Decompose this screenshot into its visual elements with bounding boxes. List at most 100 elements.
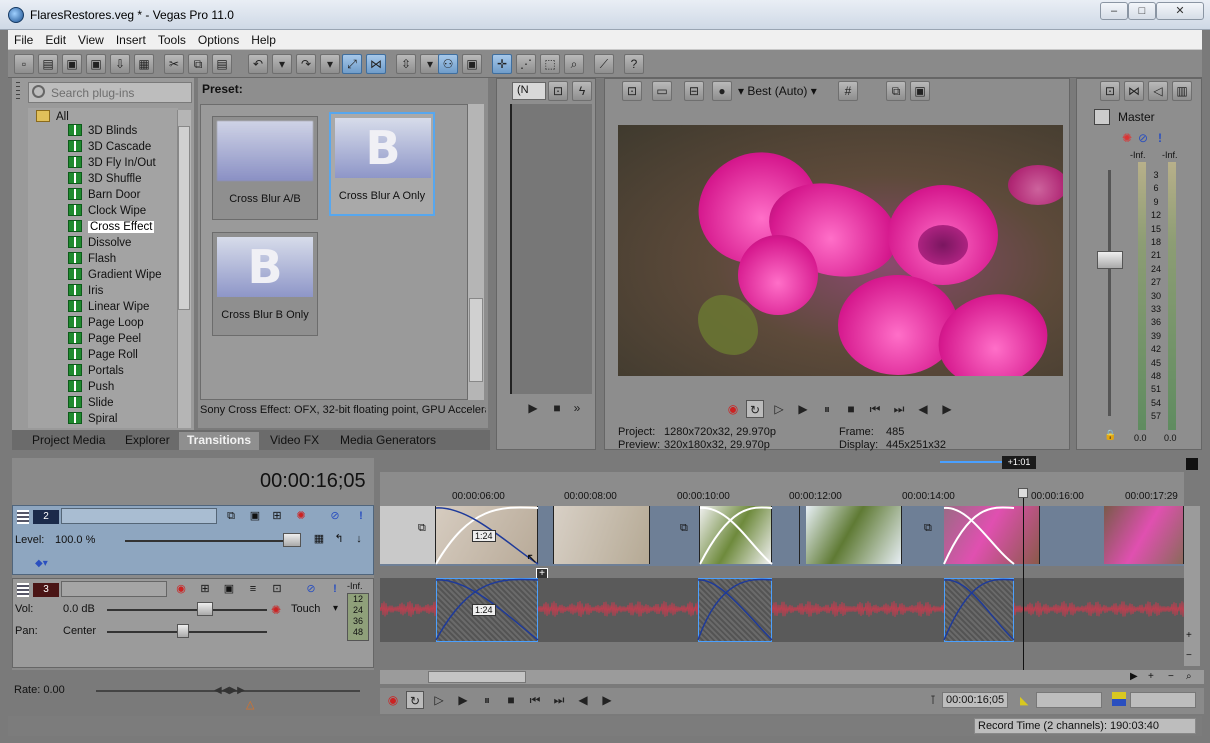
fx-gear-icon[interactable]: ✺ bbox=[1122, 131, 1132, 145]
next-frame-icon[interactable]: ▶ bbox=[938, 400, 956, 418]
tree-item[interactable]: Dissolve bbox=[68, 236, 131, 252]
maximize-button[interactable]: □ bbox=[1128, 2, 1156, 20]
zoom-out-time-icon[interactable]: − bbox=[1168, 671, 1174, 682]
zoom-in-time-icon[interactable]: + bbox=[1148, 671, 1154, 682]
track-grip-icon[interactable] bbox=[17, 510, 29, 524]
trimmer-stop-icon[interactable]: ■ bbox=[548, 399, 566, 417]
vol-slider-thumb[interactable] bbox=[197, 602, 213, 616]
loop-playback-icon[interactable]: ↻ bbox=[406, 691, 424, 709]
tab-video-fx[interactable]: Video FX bbox=[262, 432, 327, 450]
search-plugins-input[interactable]: Search plug-ins bbox=[28, 82, 192, 103]
solo-track-icon[interactable]: ! bbox=[327, 582, 343, 598]
pan-slider-thumb[interactable] bbox=[177, 624, 189, 638]
markers-toggle-icon[interactable] bbox=[1186, 458, 1198, 470]
zoom-tool-icon[interactable]: ⌕ bbox=[1186, 671, 1192, 682]
previous-frame-icon[interactable]: ◀ bbox=[914, 400, 932, 418]
tree-item[interactable]: 3D Blinds bbox=[68, 124, 137, 140]
preview-properties-icon[interactable]: ⊡ bbox=[622, 81, 642, 101]
menu-file[interactable]: File bbox=[8, 30, 39, 47]
record-icon[interactable]: ◉ bbox=[724, 400, 742, 418]
expand-keyframes-icon[interactable]: ◆▾ bbox=[35, 558, 48, 569]
track-name-field[interactable] bbox=[61, 508, 217, 524]
record-icon[interactable]: ◉ bbox=[384, 691, 402, 709]
mute-track-icon[interactable]: ⊘ bbox=[303, 582, 319, 598]
rate-slider-thumb[interactable]: ◀◀▶▶ bbox=[214, 685, 245, 696]
open-icon[interactable]: ▤ bbox=[38, 54, 58, 74]
minimize-button[interactable]: – bbox=[1100, 2, 1128, 20]
tree-item[interactable]: Clock Wipe bbox=[68, 204, 146, 220]
play-icon[interactable]: ▶ bbox=[794, 400, 812, 418]
track-motion-icon[interactable]: ⧉ bbox=[223, 509, 239, 525]
menu-tools[interactable]: Tools bbox=[152, 30, 192, 47]
tree-item[interactable]: Portals bbox=[68, 364, 124, 380]
tree-item[interactable]: Linear Wipe bbox=[68, 300, 149, 316]
menu-edit[interactable]: Edit bbox=[39, 30, 72, 47]
tree-item[interactable]: Page Roll bbox=[68, 348, 138, 364]
playhead-handle[interactable] bbox=[1018, 488, 1028, 498]
tree-item[interactable]: 3D Cascade bbox=[68, 140, 151, 156]
selection-start-field[interactable] bbox=[1036, 692, 1102, 708]
mixer-view-icon[interactable]: ▥ bbox=[1172, 81, 1192, 101]
playhead-cursor[interactable] bbox=[1023, 488, 1024, 670]
preset-cross-blur-a-only[interactable]: B Cross Blur A Only bbox=[329, 112, 435, 216]
panel-grip[interactable] bbox=[16, 82, 20, 102]
track-grip-icon[interactable] bbox=[17, 583, 29, 597]
compositor-icon[interactable]: ▦ bbox=[311, 532, 327, 548]
undo-dropdown-icon[interactable]: ▾ bbox=[272, 54, 292, 74]
zoom-in-vertical-icon[interactable]: + bbox=[1186, 630, 1192, 641]
solo-track-icon[interactable]: ! bbox=[353, 509, 369, 525]
tab-transitions[interactable]: Transitions bbox=[179, 432, 260, 450]
automation-mode-dropdown-icon[interactable]: ▾ bbox=[333, 603, 338, 614]
tab-media-generators[interactable]: Media Generators bbox=[332, 432, 444, 450]
zoom-out-vertical-icon[interactable]: − bbox=[1186, 650, 1192, 661]
play-from-start-icon[interactable]: ▷ bbox=[430, 691, 448, 709]
tree-item[interactable]: 3D Shuffle bbox=[68, 172, 142, 188]
trimmer-tool-icon[interactable]: ⊡ bbox=[548, 81, 568, 101]
tree-item[interactable]: 3D Fly In/Out bbox=[68, 156, 156, 172]
cursor-position-field[interactable]: 00:00:16;05 bbox=[942, 692, 1008, 708]
track-fx-icon[interactable]: ▣ bbox=[221, 582, 237, 598]
envelope-tool-icon[interactable]: ⋰ bbox=[516, 54, 536, 74]
automation-mode-icon[interactable]: ✺ bbox=[271, 603, 281, 617]
external-monitor-icon[interactable]: ▭ bbox=[652, 81, 672, 101]
event-pan-crop-icon[interactable]: ⧉ bbox=[680, 522, 688, 535]
bypass-icon[interactable]: ⊘ bbox=[1138, 131, 1148, 145]
enable-snapping-icon[interactable]: ⤢ bbox=[342, 54, 362, 74]
copy-icon[interactable]: ⧉ bbox=[188, 54, 208, 74]
ripple-dropdown-icon[interactable]: ▾ bbox=[420, 54, 440, 74]
preview-quality-dropdown[interactable]: ▾ Best (Auto) ▾ bbox=[738, 84, 817, 98]
save-snapshot-icon[interactable]: ▣ bbox=[910, 81, 930, 101]
make-child-icon[interactable]: ↰ bbox=[331, 532, 347, 548]
scroll-right-icon[interactable]: ▶ bbox=[1130, 671, 1138, 682]
properties-icon[interactable]: ▦ bbox=[134, 54, 154, 74]
new-icon[interactable]: ▫ bbox=[14, 54, 34, 74]
go-to-start-icon[interactable]: ⏮ bbox=[866, 400, 884, 418]
loop-playback-icon[interactable]: ↻ bbox=[746, 400, 764, 418]
menu-view[interactable]: View bbox=[72, 30, 110, 47]
track-name-field[interactable] bbox=[61, 581, 167, 597]
menu-help[interactable]: Help bbox=[245, 30, 282, 47]
menu-insert[interactable]: Insert bbox=[110, 30, 152, 47]
tree-item[interactable]: Spiral bbox=[68, 412, 117, 428]
tree-root-all[interactable]: All bbox=[36, 110, 69, 126]
next-frame-icon[interactable]: ▶ bbox=[598, 691, 616, 709]
trimmer-play-icon[interactable]: ▶ bbox=[524, 399, 542, 417]
invert-phase-icon[interactable]: ⊞ bbox=[197, 582, 213, 598]
redo-icon[interactable]: ↷ bbox=[296, 54, 316, 74]
tree-item[interactable]: Push bbox=[68, 380, 114, 396]
timeline-scroll-thumb[interactable] bbox=[428, 671, 526, 683]
previous-frame-icon[interactable]: ◀ bbox=[574, 691, 592, 709]
trimmer-more-icon[interactable]: » bbox=[568, 399, 586, 417]
overlays-grid-icon[interactable]: # bbox=[838, 81, 858, 101]
split-screen-icon[interactable]: ⊟ bbox=[684, 81, 704, 101]
go-to-start-icon[interactable]: ⏮ bbox=[526, 691, 544, 709]
tree-item[interactable]: Gradient Wipe bbox=[68, 268, 162, 284]
trimmer-flash-icon[interactable]: ϟ bbox=[572, 81, 592, 101]
tree-item[interactable]: Cross Effect bbox=[68, 220, 155, 236]
make-parent-icon[interactable]: ↓ bbox=[351, 532, 367, 548]
downmix-icon[interactable]: ⋈ bbox=[1124, 81, 1144, 101]
save-icon[interactable]: ▣ bbox=[62, 54, 82, 74]
pause-icon[interactable]: ⏸ bbox=[478, 691, 496, 709]
trimmer-dropdown[interactable]: (N bbox=[512, 82, 546, 100]
tab-project-media[interactable]: Project Media bbox=[24, 432, 113, 450]
